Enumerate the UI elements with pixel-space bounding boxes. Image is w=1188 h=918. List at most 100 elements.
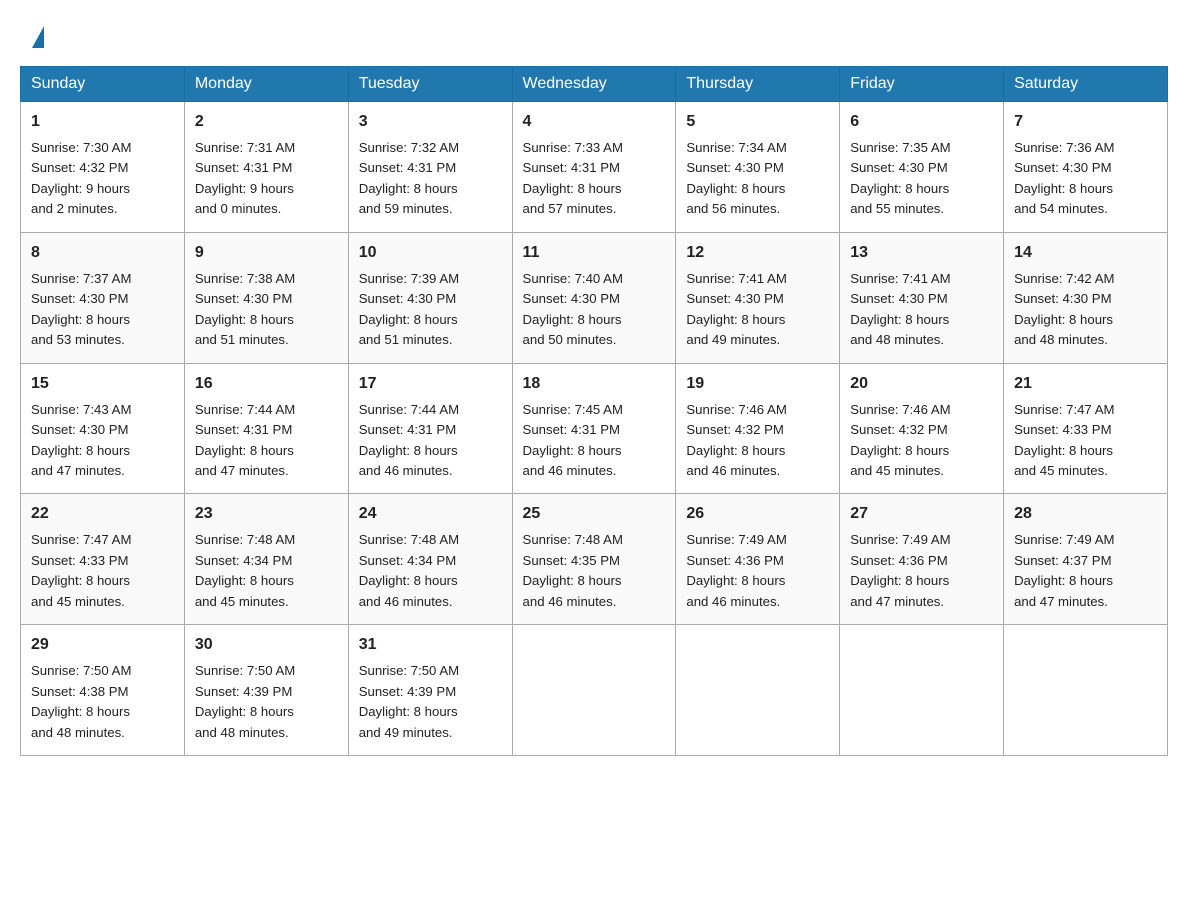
- day-info: Sunrise: 7:46 AMSunset: 4:32 PMDaylight:…: [686, 400, 829, 482]
- day-number: 29: [31, 633, 174, 657]
- day-number: 5: [686, 110, 829, 134]
- page-header: [0, 0, 1188, 56]
- day-info: Sunrise: 7:44 AMSunset: 4:31 PMDaylight:…: [195, 400, 338, 482]
- day-info: Sunrise: 7:42 AMSunset: 4:30 PMDaylight:…: [1014, 269, 1157, 351]
- calendar-day-cell: 11 Sunrise: 7:40 AMSunset: 4:30 PMDaylig…: [512, 232, 676, 363]
- day-info: Sunrise: 7:50 AMSunset: 4:39 PMDaylight:…: [359, 661, 502, 743]
- day-number: 15: [31, 372, 174, 396]
- day-info: Sunrise: 7:46 AMSunset: 4:32 PMDaylight:…: [850, 400, 993, 482]
- calendar-day-cell: 14 Sunrise: 7:42 AMSunset: 4:30 PMDaylig…: [1004, 232, 1168, 363]
- day-number: 27: [850, 502, 993, 526]
- day-info: Sunrise: 7:34 AMSunset: 4:30 PMDaylight:…: [686, 138, 829, 220]
- day-number: 16: [195, 372, 338, 396]
- week-row: 15 Sunrise: 7:43 AMSunset: 4:30 PMDaylig…: [21, 363, 1168, 494]
- day-number: 18: [523, 372, 666, 396]
- day-info: Sunrise: 7:49 AMSunset: 4:37 PMDaylight:…: [1014, 530, 1157, 612]
- day-info: Sunrise: 7:38 AMSunset: 4:30 PMDaylight:…: [195, 269, 338, 351]
- day-of-week-header: Thursday: [676, 67, 840, 102]
- day-info: Sunrise: 7:47 AMSunset: 4:33 PMDaylight:…: [31, 530, 174, 612]
- empty-cell: [1004, 625, 1168, 756]
- day-number: 19: [686, 372, 829, 396]
- calendar-day-cell: 10 Sunrise: 7:39 AMSunset: 4:30 PMDaylig…: [348, 232, 512, 363]
- calendar-day-cell: 8 Sunrise: 7:37 AMSunset: 4:30 PMDayligh…: [21, 232, 185, 363]
- calendar-day-cell: 20 Sunrise: 7:46 AMSunset: 4:32 PMDaylig…: [840, 363, 1004, 494]
- day-number: 3: [359, 110, 502, 134]
- day-number: 6: [850, 110, 993, 134]
- calendar-day-cell: 19 Sunrise: 7:46 AMSunset: 4:32 PMDaylig…: [676, 363, 840, 494]
- day-number: 30: [195, 633, 338, 657]
- day-number: 4: [523, 110, 666, 134]
- day-number: 9: [195, 241, 338, 265]
- day-info: Sunrise: 7:48 AMSunset: 4:34 PMDaylight:…: [359, 530, 502, 612]
- day-of-week-header: Tuesday: [348, 67, 512, 102]
- week-row: 22 Sunrise: 7:47 AMSunset: 4:33 PMDaylig…: [21, 494, 1168, 625]
- calendar-day-cell: 13 Sunrise: 7:41 AMSunset: 4:30 PMDaylig…: [840, 232, 1004, 363]
- day-info: Sunrise: 7:44 AMSunset: 4:31 PMDaylight:…: [359, 400, 502, 482]
- day-info: Sunrise: 7:31 AMSunset: 4:31 PMDaylight:…: [195, 138, 338, 220]
- day-info: Sunrise: 7:48 AMSunset: 4:35 PMDaylight:…: [523, 530, 666, 612]
- day-info: Sunrise: 7:41 AMSunset: 4:30 PMDaylight:…: [850, 269, 993, 351]
- day-info: Sunrise: 7:49 AMSunset: 4:36 PMDaylight:…: [850, 530, 993, 612]
- day-number: 20: [850, 372, 993, 396]
- calendar-day-cell: 6 Sunrise: 7:35 AMSunset: 4:30 PMDayligh…: [840, 102, 1004, 233]
- calendar-day-cell: 12 Sunrise: 7:41 AMSunset: 4:30 PMDaylig…: [676, 232, 840, 363]
- day-of-week-header: Wednesday: [512, 67, 676, 102]
- day-number: 13: [850, 241, 993, 265]
- day-number: 23: [195, 502, 338, 526]
- calendar-day-cell: 23 Sunrise: 7:48 AMSunset: 4:34 PMDaylig…: [184, 494, 348, 625]
- day-info: Sunrise: 7:32 AMSunset: 4:31 PMDaylight:…: [359, 138, 502, 220]
- day-info: Sunrise: 7:36 AMSunset: 4:30 PMDaylight:…: [1014, 138, 1157, 220]
- calendar-day-cell: 28 Sunrise: 7:49 AMSunset: 4:37 PMDaylig…: [1004, 494, 1168, 625]
- empty-cell: [512, 625, 676, 756]
- calendar-day-cell: 2 Sunrise: 7:31 AMSunset: 4:31 PMDayligh…: [184, 102, 348, 233]
- calendar-day-cell: 7 Sunrise: 7:36 AMSunset: 4:30 PMDayligh…: [1004, 102, 1168, 233]
- day-of-week-header: Friday: [840, 67, 1004, 102]
- day-number: 21: [1014, 372, 1157, 396]
- logo: [30, 24, 44, 46]
- day-info: Sunrise: 7:41 AMSunset: 4:30 PMDaylight:…: [686, 269, 829, 351]
- day-info: Sunrise: 7:40 AMSunset: 4:30 PMDaylight:…: [523, 269, 666, 351]
- empty-cell: [840, 625, 1004, 756]
- calendar-header-row: SundayMondayTuesdayWednesdayThursdayFrid…: [21, 67, 1168, 102]
- calendar-day-cell: 31 Sunrise: 7:50 AMSunset: 4:39 PMDaylig…: [348, 625, 512, 756]
- calendar-day-cell: 9 Sunrise: 7:38 AMSunset: 4:30 PMDayligh…: [184, 232, 348, 363]
- day-number: 25: [523, 502, 666, 526]
- calendar-day-cell: 21 Sunrise: 7:47 AMSunset: 4:33 PMDaylig…: [1004, 363, 1168, 494]
- day-info: Sunrise: 7:47 AMSunset: 4:33 PMDaylight:…: [1014, 400, 1157, 482]
- day-number: 7: [1014, 110, 1157, 134]
- day-number: 31: [359, 633, 502, 657]
- calendar-day-cell: 27 Sunrise: 7:49 AMSunset: 4:36 PMDaylig…: [840, 494, 1004, 625]
- day-number: 10: [359, 241, 502, 265]
- calendar-day-cell: 26 Sunrise: 7:49 AMSunset: 4:36 PMDaylig…: [676, 494, 840, 625]
- logo-triangle-icon: [32, 26, 44, 48]
- calendar-day-cell: 4 Sunrise: 7:33 AMSunset: 4:31 PMDayligh…: [512, 102, 676, 233]
- day-info: Sunrise: 7:33 AMSunset: 4:31 PMDaylight:…: [523, 138, 666, 220]
- empty-cell: [676, 625, 840, 756]
- day-number: 2: [195, 110, 338, 134]
- day-number: 28: [1014, 502, 1157, 526]
- calendar-day-cell: 30 Sunrise: 7:50 AMSunset: 4:39 PMDaylig…: [184, 625, 348, 756]
- calendar-day-cell: 16 Sunrise: 7:44 AMSunset: 4:31 PMDaylig…: [184, 363, 348, 494]
- day-number: 12: [686, 241, 829, 265]
- day-info: Sunrise: 7:30 AMSunset: 4:32 PMDaylight:…: [31, 138, 174, 220]
- calendar-day-cell: 1 Sunrise: 7:30 AMSunset: 4:32 PMDayligh…: [21, 102, 185, 233]
- calendar-day-cell: 22 Sunrise: 7:47 AMSunset: 4:33 PMDaylig…: [21, 494, 185, 625]
- calendar-day-cell: 5 Sunrise: 7:34 AMSunset: 4:30 PMDayligh…: [676, 102, 840, 233]
- calendar-table: SundayMondayTuesdayWednesdayThursdayFrid…: [20, 66, 1168, 756]
- calendar-day-cell: 17 Sunrise: 7:44 AMSunset: 4:31 PMDaylig…: [348, 363, 512, 494]
- calendar-day-cell: 3 Sunrise: 7:32 AMSunset: 4:31 PMDayligh…: [348, 102, 512, 233]
- day-of-week-header: Saturday: [1004, 67, 1168, 102]
- day-number: 17: [359, 372, 502, 396]
- week-row: 29 Sunrise: 7:50 AMSunset: 4:38 PMDaylig…: [21, 625, 1168, 756]
- day-number: 14: [1014, 241, 1157, 265]
- day-of-week-header: Sunday: [21, 67, 185, 102]
- calendar-day-cell: 29 Sunrise: 7:50 AMSunset: 4:38 PMDaylig…: [21, 625, 185, 756]
- day-info: Sunrise: 7:35 AMSunset: 4:30 PMDaylight:…: [850, 138, 993, 220]
- calendar-day-cell: 24 Sunrise: 7:48 AMSunset: 4:34 PMDaylig…: [348, 494, 512, 625]
- day-number: 11: [523, 241, 666, 265]
- week-row: 1 Sunrise: 7:30 AMSunset: 4:32 PMDayligh…: [21, 102, 1168, 233]
- day-info: Sunrise: 7:45 AMSunset: 4:31 PMDaylight:…: [523, 400, 666, 482]
- day-number: 1: [31, 110, 174, 134]
- calendar-day-cell: 15 Sunrise: 7:43 AMSunset: 4:30 PMDaylig…: [21, 363, 185, 494]
- day-number: 26: [686, 502, 829, 526]
